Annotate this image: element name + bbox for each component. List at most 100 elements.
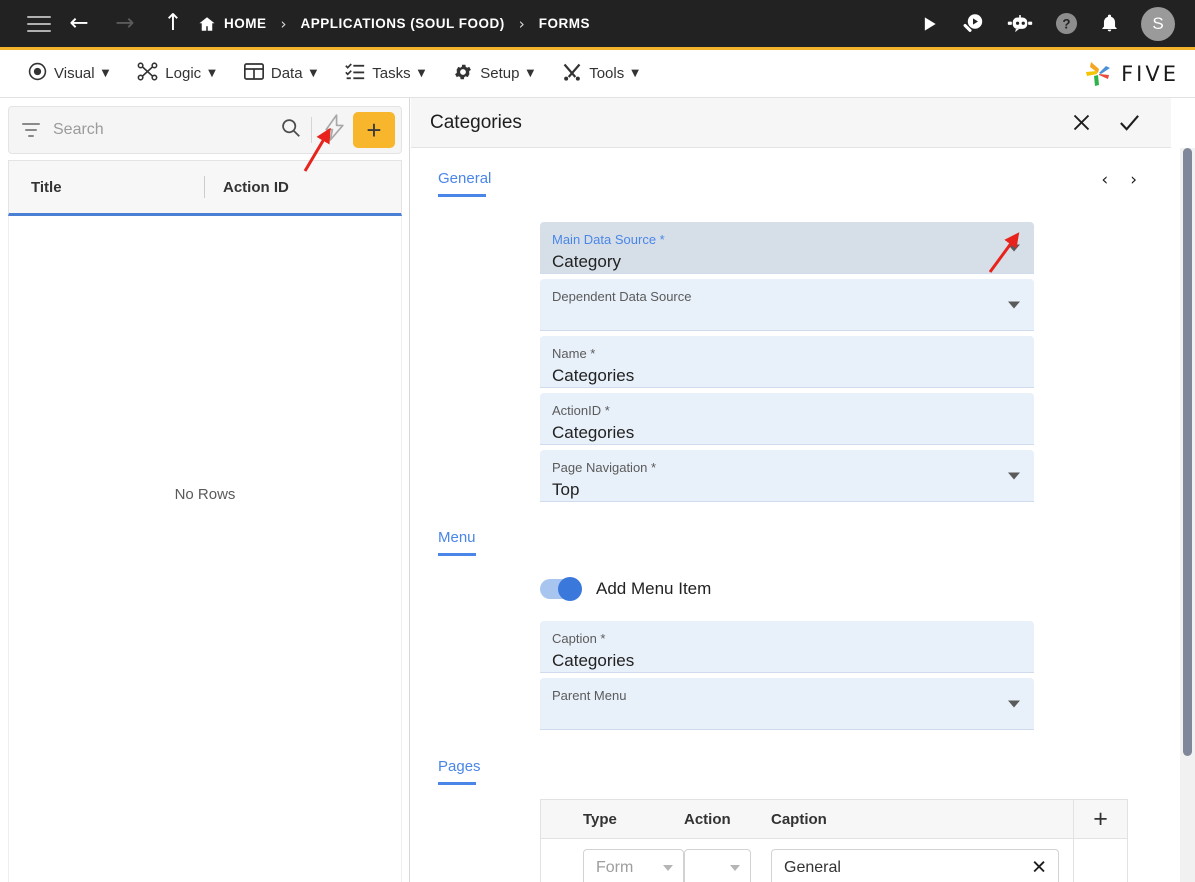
page-action-cell bbox=[684, 849, 771, 882]
chevron-down-icon[interactable] bbox=[1008, 700, 1020, 707]
menu-item-logic[interactable]: Logic ▼ bbox=[123, 56, 230, 91]
field-value bbox=[552, 705, 1020, 731]
column-header-caption: Caption bbox=[771, 810, 827, 828]
form-editor-header: Categories bbox=[411, 98, 1171, 148]
chevron-down-icon: ▼ bbox=[208, 68, 216, 79]
chevron-down-icon: ▼ bbox=[631, 68, 639, 79]
menu-item-visual[interactable]: Visual ▼ bbox=[14, 56, 123, 91]
arrow-right-icon[interactable]: → bbox=[102, 12, 148, 35]
section-label-general[interactable]: General bbox=[438, 170, 491, 194]
five-logo-text: FIVE bbox=[1121, 61, 1179, 86]
section-general: General bbox=[411, 170, 1171, 197]
search-icon[interactable] bbox=[280, 117, 301, 143]
field-page-navigation[interactable]: Page Navigation * Top bbox=[540, 450, 1034, 502]
clear-icon[interactable]: ✕ bbox=[1031, 859, 1047, 878]
breadcrumb-item-applications[interactable]: APPLICATIONS (SOUL FOOD) bbox=[301, 16, 505, 31]
field-label: Parent Menu bbox=[552, 688, 627, 703]
help-icon[interactable]: ? bbox=[1055, 12, 1078, 35]
chat-bot-icon[interactable] bbox=[1007, 14, 1033, 34]
column-header-action-id[interactable]: Action ID bbox=[205, 179, 289, 196]
menu-item-label: Setup bbox=[480, 65, 520, 82]
section-label-menu[interactable]: Menu bbox=[438, 529, 476, 553]
run-icon[interactable] bbox=[919, 14, 939, 34]
field-label: Caption * bbox=[552, 631, 606, 646]
close-icon[interactable] bbox=[1071, 112, 1092, 133]
menu-item-label: Tools bbox=[589, 65, 625, 82]
breadcrumb: HOME › APPLICATIONS (SOUL FOOD) › FORMS bbox=[198, 15, 590, 33]
general-fields: Main Data Source * Category Dependent Da… bbox=[411, 222, 1171, 502]
top-navigation-bar: ← → ↑ HOME › APPLICATIONS (SOUL FOOD) › … bbox=[0, 0, 1195, 50]
field-caption[interactable]: Caption * Categories bbox=[540, 621, 1034, 673]
arrow-up-icon[interactable]: ↑ bbox=[148, 12, 198, 35]
page-caption-cell: General ✕ bbox=[771, 849, 1073, 882]
tools-icon bbox=[562, 62, 582, 86]
application-window: ← → ↑ HOME › APPLICATIONS (SOUL FOOD) › … bbox=[0, 0, 1195, 882]
add-menu-item-row: Add Menu Item bbox=[540, 577, 1171, 601]
page-caption-input[interactable]: General ✕ bbox=[771, 849, 1059, 882]
column-header-title[interactable]: Title bbox=[9, 179, 204, 196]
records-grid-body: No Rows bbox=[8, 216, 402, 882]
field-action-id[interactable]: ActionID * Categories bbox=[540, 393, 1034, 445]
breadcrumb-item-forms[interactable]: FORMS bbox=[539, 16, 590, 31]
menu-item-tasks[interactable]: Tasks ▼ bbox=[331, 56, 439, 91]
top-bar-actions: ? S bbox=[919, 6, 1195, 41]
section-underline bbox=[438, 194, 486, 197]
menu-item-tools[interactable]: Tools ▼ bbox=[548, 56, 653, 92]
breadcrumb-item-home[interactable]: HOME bbox=[224, 16, 267, 31]
page-action-select[interactable] bbox=[684, 849, 751, 882]
section-menu: Menu bbox=[411, 529, 1171, 556]
search-input[interactable] bbox=[53, 121, 280, 139]
chevron-down-icon: ▼ bbox=[417, 68, 426, 79]
notifications-bell-icon[interactable] bbox=[1100, 13, 1119, 34]
field-label: Dependent Data Source bbox=[552, 289, 692, 304]
menu-item-label: Tasks bbox=[372, 65, 411, 82]
table-icon bbox=[243, 62, 264, 85]
menu-item-label: Data bbox=[270, 65, 303, 82]
records-grid-header: Title Action ID bbox=[8, 160, 402, 216]
chevron-down-icon[interactable] bbox=[1008, 244, 1020, 251]
confirm-check-icon[interactable] bbox=[1118, 111, 1141, 134]
chevron-down-icon bbox=[663, 865, 673, 871]
field-name[interactable]: Name * Categories bbox=[540, 336, 1034, 388]
table-row: Form General ✕ bbox=[541, 839, 1127, 882]
menu-item-label: Logic bbox=[165, 65, 202, 82]
add-menu-item-toggle[interactable] bbox=[540, 577, 582, 601]
chevron-down-icon[interactable] bbox=[1008, 472, 1020, 479]
page-type-cell: Form bbox=[541, 849, 684, 882]
filter-icon[interactable] bbox=[21, 123, 41, 137]
chevron-down-icon[interactable] bbox=[1008, 301, 1020, 308]
add-page-button[interactable]: + bbox=[1073, 799, 1127, 839]
add-record-button[interactable]: + bbox=[353, 112, 395, 148]
field-value: Categories bbox=[552, 651, 635, 670]
menu-item-setup[interactable]: Setup ▼ bbox=[439, 56, 548, 92]
search-run-icon[interactable] bbox=[961, 12, 985, 36]
field-dependent-data-source[interactable]: Dependent Data Source bbox=[540, 279, 1034, 331]
page-caption-value: General bbox=[784, 859, 841, 876]
field-label: ActionID * bbox=[552, 403, 610, 418]
avatar[interactable]: S bbox=[1141, 6, 1175, 41]
form-editor-body: ‹ › General Main Data Source * Category … bbox=[411, 148, 1171, 882]
field-value: Top bbox=[552, 480, 580, 499]
field-value: Categories bbox=[552, 423, 635, 442]
search-bar: + bbox=[8, 106, 402, 154]
home-icon[interactable] bbox=[198, 15, 216, 33]
arrow-left-icon[interactable]: ← bbox=[56, 12, 102, 35]
breadcrumb-separator: › bbox=[280, 14, 287, 33]
vertical-scrollbar[interactable] bbox=[1180, 148, 1195, 882]
field-main-data-source[interactable]: Main Data Source * Category bbox=[540, 222, 1034, 274]
pages-table: Type Action Caption + Form General ✕ bbox=[540, 799, 1128, 882]
menu-item-data[interactable]: Data ▼ bbox=[230, 56, 331, 91]
field-parent-menu[interactable]: Parent Menu bbox=[540, 678, 1034, 730]
pages-table-header: Type Action Caption + bbox=[541, 799, 1127, 839]
field-value: Categories bbox=[552, 366, 635, 385]
hamburger-icon[interactable] bbox=[22, 15, 56, 32]
section-underline bbox=[438, 553, 476, 556]
field-label: Page Navigation * bbox=[552, 460, 657, 475]
page-type-select[interactable]: Form bbox=[583, 849, 684, 882]
section-label-pages[interactable]: Pages bbox=[438, 758, 481, 782]
chevron-down-icon bbox=[730, 865, 740, 871]
scrollbar-thumb[interactable] bbox=[1183, 148, 1192, 756]
divider bbox=[311, 117, 312, 143]
lightning-bolt-icon[interactable] bbox=[322, 114, 347, 146]
svg-text:?: ? bbox=[1062, 16, 1070, 31]
